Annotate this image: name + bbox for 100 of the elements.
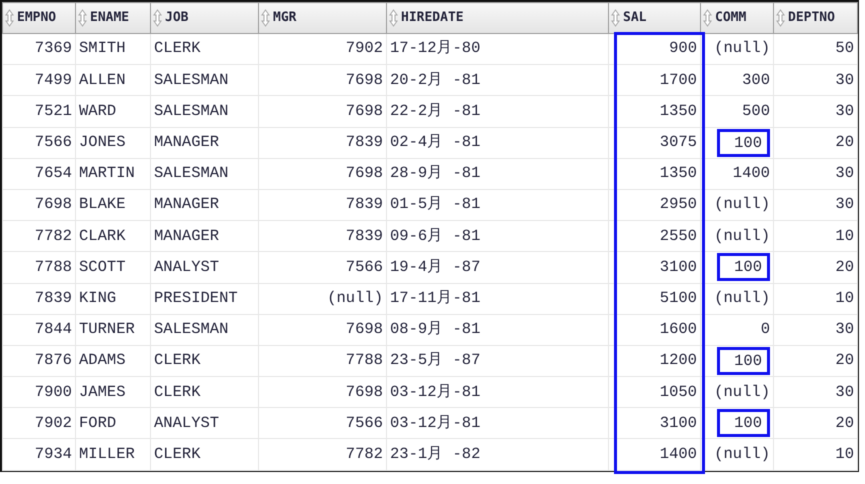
table-cell: 7698	[2, 189, 76, 221]
table-cell: CLERK	[150, 376, 258, 408]
table-cell: 20	[774, 252, 858, 283]
table-cell: 7900	[2, 376, 76, 408]
table-cell: 7902	[2, 408, 76, 439]
column-header[interactable]: JOB	[150, 2, 258, 34]
table-cell: 20	[774, 408, 858, 439]
table-cell: 19-4月 -87	[386, 252, 608, 283]
table-cell: 7499	[2, 64, 76, 96]
table-cell: MANAGER	[150, 189, 258, 221]
outlined-value: 100	[717, 346, 770, 375]
table-cell: SALESMAN	[150, 96, 258, 128]
table-cell: 7654	[2, 158, 76, 190]
column-header[interactable]: SAL	[608, 2, 700, 34]
column-header[interactable]: MGR	[258, 2, 386, 34]
table-cell: 300	[700, 64, 774, 96]
sort-icon	[153, 9, 162, 27]
table-cell: 03-12月-81	[386, 376, 608, 408]
sort-icon	[776, 9, 785, 27]
table-cell: 5100	[608, 283, 700, 314]
table-cell: 22-2月 -81	[386, 96, 608, 128]
table-cell: 7782	[2, 220, 76, 252]
table-cell: 1350	[608, 96, 700, 128]
table-cell: 7566	[258, 252, 386, 283]
table-cell: ANALYST	[150, 252, 258, 283]
table-cell: 7566	[2, 127, 76, 158]
table-cell: SMITH	[76, 34, 150, 65]
table-cell: 30	[774, 376, 858, 408]
table-cell: 28-9月 -81	[386, 158, 608, 190]
table-cell: 7839	[2, 283, 76, 314]
table-cell: 17-11月-81	[386, 283, 608, 314]
table-cell: 23-5月 -87	[386, 345, 608, 377]
table-cell: KING	[76, 283, 150, 314]
sort-icon	[261, 9, 270, 27]
table-cell: ADAMS	[76, 345, 150, 377]
column-header[interactable]: EMPNO	[2, 2, 76, 34]
table-cell: 03-12月-81	[386, 408, 608, 439]
sort-icon	[5, 9, 14, 27]
table-cell: 10	[774, 283, 858, 314]
table-cell: 1400	[608, 438, 700, 470]
table-cell: 7698	[258, 314, 386, 346]
table-cell: 7788	[2, 252, 76, 283]
table-cell: MANAGER	[150, 127, 258, 158]
table-cell: 1050	[608, 376, 700, 408]
table-cell: (null)	[700, 283, 774, 314]
table-cell: CLERK	[150, 345, 258, 377]
table-cell: (null)	[700, 189, 774, 221]
table-cell: JONES	[76, 127, 150, 158]
table-cell: JAMES	[76, 376, 150, 408]
table-cell: CLARK	[76, 220, 150, 252]
table-cell: (null)	[700, 438, 774, 470]
table-cell: BLAKE	[76, 189, 150, 221]
table-cell: 02-4月 -81	[386, 127, 608, 158]
table-cell: 3100	[608, 252, 700, 283]
table-cell: 7782	[258, 438, 386, 470]
table-cell: 09-6月 -81	[386, 220, 608, 252]
table-cell: 20-2月 -81	[386, 64, 608, 96]
table-cell: SALESMAN	[150, 64, 258, 96]
column-header[interactable]: ENAME	[76, 2, 150, 34]
table-cell: 500	[700, 96, 774, 128]
table-cell: 2950	[608, 189, 700, 221]
table-cell: 30	[774, 158, 858, 190]
table-cell: 23-1月 -82	[386, 438, 608, 470]
table-cell: 1400	[700, 158, 774, 190]
table-cell: (null)	[258, 283, 386, 314]
table-cell: (null)	[700, 376, 774, 408]
table-cell: ANALYST	[150, 408, 258, 439]
sort-icon	[389, 9, 398, 27]
table-cell: 1600	[608, 314, 700, 346]
table-cell: 7844	[2, 314, 76, 346]
table-cell: 7788	[258, 345, 386, 377]
table-cell: 7839	[258, 189, 386, 221]
column-header[interactable]: COMM	[700, 2, 774, 34]
column-header[interactable]: DEPTNO	[774, 2, 858, 34]
table-cell: FORD	[76, 408, 150, 439]
table-cell: 20	[774, 127, 858, 158]
table-cell: 7839	[258, 220, 386, 252]
table-cell: 1200	[608, 345, 700, 377]
table-cell: 7698	[258, 158, 386, 190]
table-cell: 7566	[258, 408, 386, 439]
table-cell: MARTIN	[76, 158, 150, 190]
table-cell: 10	[774, 220, 858, 252]
table-cell: 7521	[2, 96, 76, 128]
outlined-value: 100	[717, 409, 770, 438]
table-cell: 3100	[608, 408, 700, 439]
table-cell: 2550	[608, 220, 700, 252]
table-cell: 7698	[258, 96, 386, 128]
table-cell: WARD	[76, 96, 150, 128]
table-cell: 3075	[608, 127, 700, 158]
table-cell: (null)	[700, 34, 774, 65]
table-cell: MILLER	[76, 438, 150, 470]
table-cell: SALESMAN	[150, 158, 258, 190]
column-header[interactable]: HIREDATE	[386, 2, 608, 34]
table-cell: 30	[774, 314, 858, 346]
table-cell: 7902	[258, 34, 386, 65]
table-cell: 30	[774, 189, 858, 221]
table-cell: CLERK	[150, 438, 258, 470]
table-cell: MANAGER	[150, 220, 258, 252]
table-cell: 50	[774, 34, 858, 65]
table-cell: PRESIDENT	[150, 283, 258, 314]
